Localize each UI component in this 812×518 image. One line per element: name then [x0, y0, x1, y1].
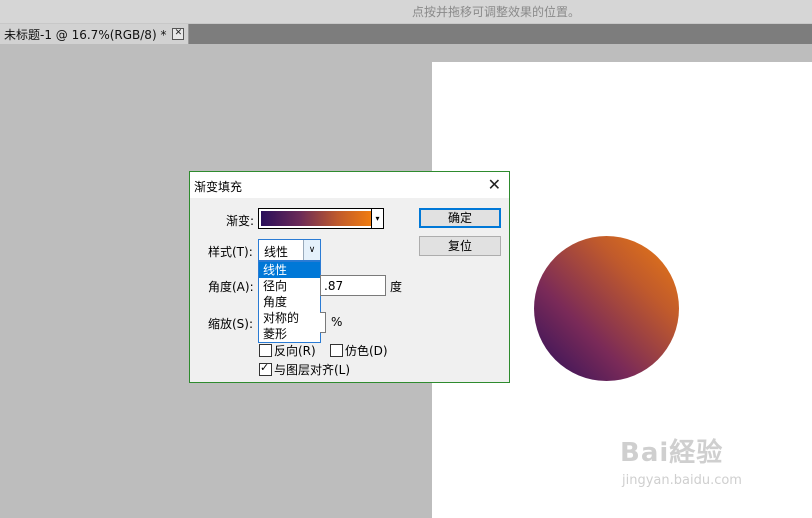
- dither-checkbox-row[interactable]: 仿色(D): [330, 342, 388, 359]
- angle-input[interactable]: .87: [320, 275, 386, 296]
- dialog-title: 渐变填充: [194, 180, 243, 194]
- document-tab[interactable]: 未标题-1 @ 16.7%(RGB/8) * ✕: [0, 24, 190, 44]
- dither-label: 仿色(D): [345, 344, 388, 358]
- reverse-label: 反向(R): [274, 344, 316, 358]
- style-select-value: 线性: [264, 245, 289, 259]
- hint-text: 点按并拖移可调整效果的位置。: [411, 5, 580, 19]
- scale-label: 缩放(S):: [208, 317, 254, 331]
- watermark: Bai経验 jingyan.baidu.com: [620, 432, 742, 488]
- reverse-checkbox[interactable]: [259, 344, 272, 357]
- reset-button[interactable]: 复位: [419, 236, 501, 256]
- angle-label: 角度(A):: [208, 280, 254, 294]
- reverse-checkbox-row[interactable]: 反向(R): [259, 342, 316, 359]
- style-option-reflected[interactable]: 对称的: [259, 310, 320, 326]
- align-checkbox-row[interactable]: 与图层对齐(L): [259, 361, 350, 378]
- ok-button[interactable]: 确定: [419, 208, 501, 228]
- watermark-logo: Bai経验: [620, 438, 724, 468]
- close-icon[interactable]: ✕: [488, 175, 501, 194]
- document-tab-title: 未标题-1 @ 16.7%(RGB/8) *: [4, 27, 167, 42]
- style-label: 样式(T):: [208, 245, 253, 259]
- gradient-label: 渐变:: [226, 214, 255, 228]
- style-option-diamond[interactable]: 菱形: [259, 326, 320, 342]
- gradient-picker[interactable]: ▾: [258, 208, 384, 229]
- style-option-linear[interactable]: 线性: [259, 262, 320, 278]
- align-checkbox[interactable]: [259, 361, 272, 376]
- chevron-down-icon[interactable]: ∨: [303, 240, 320, 260]
- close-icon[interactable]: ✕: [172, 28, 185, 40]
- angle-unit: 度: [390, 280, 403, 294]
- watermark-url: jingyan.baidu.com: [622, 473, 742, 488]
- style-dropdown-list: 线性 径向 角度 对称的 菱形: [258, 261, 321, 343]
- scale-unit: %: [331, 315, 343, 329]
- style-option-angle[interactable]: 角度: [259, 294, 320, 310]
- gradient-preview[interactable]: [261, 211, 371, 226]
- gradient-circle-layer: [534, 236, 679, 381]
- dialog-titlebar[interactable]: 渐变填充 ✕: [190, 172, 509, 198]
- align-label: 与图层对齐(L): [274, 363, 351, 377]
- style-option-radial[interactable]: 径向: [259, 278, 320, 294]
- style-select[interactable]: 线性 ∨: [258, 239, 321, 261]
- options-hint-bar: 点按并拖移可调整效果的位置。: [0, 0, 812, 24]
- scale-input[interactable]: [320, 312, 326, 333]
- document-tab-bar: 未标题-1 @ 16.7%(RGB/8) * ✕: [0, 24, 812, 44]
- dither-checkbox[interactable]: [330, 344, 343, 357]
- dropdown-arrow-icon[interactable]: ▾: [371, 209, 383, 228]
